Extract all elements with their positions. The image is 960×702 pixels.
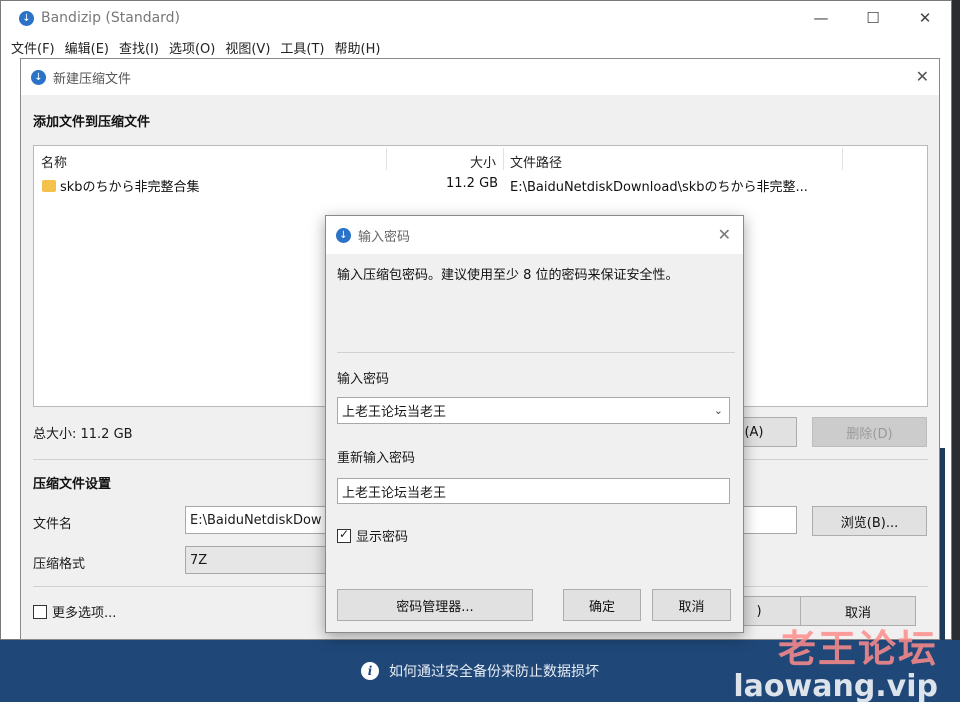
menu-view[interactable]: 视图(V): [225, 38, 270, 57]
close-icon[interactable]: ✕: [718, 225, 731, 244]
new-archive-title-bar: ↓ 新建压缩文件: [21, 59, 939, 95]
password-input[interactable]: 上老王论坛当老王 ⌄: [337, 397, 730, 424]
show-password-checkbox[interactable]: [337, 527, 351, 543]
new-archive-title: 新建压缩文件: [53, 71, 132, 87]
menu-file[interactable]: 文件(F): [11, 38, 55, 57]
menu-find[interactable]: 查找(I): [119, 38, 159, 57]
password-value: 上老王论坛当老王: [342, 405, 447, 420]
column-divider: [842, 148, 843, 170]
column-header-name[interactable]: 名称: [41, 152, 67, 171]
bandizip-logo-icon: ↓: [31, 69, 46, 85]
password-cancel-button[interactable]: 取消: [652, 589, 731, 621]
row-size: 11.2 GB: [446, 176, 499, 191]
folder-icon: [42, 180, 56, 192]
close-icon[interactable]: ✕: [916, 67, 929, 86]
menu-help[interactable]: 帮助(H): [335, 38, 381, 57]
column-header-size[interactable]: 大小: [470, 152, 496, 171]
browse-button[interactable]: 浏览(B)...: [812, 506, 927, 536]
password-label: 输入密码: [337, 372, 390, 387]
watermark: 老王论坛 laowang.vip: [733, 618, 938, 702]
row-path: E:\BaiduNetdiskDownload\skbのちから非完整...: [510, 180, 808, 195]
bandizip-logo-icon: ↓: [19, 10, 34, 26]
password-dialog: ↓ 输入密码 ✕ 输入压缩包密码。建议使用至少 8 位的密码来保证安全性。 输入…: [325, 215, 744, 633]
section-divider: [337, 352, 735, 353]
password-description: 输入压缩包密码。建议使用至少 8 位的密码来保证安全性。: [337, 268, 679, 283]
bandizip-logo-icon: ↓: [336, 227, 351, 243]
watermark-line1: 老王论坛: [777, 627, 938, 671]
menu-tools[interactable]: 工具(T): [280, 38, 324, 57]
info-icon: i: [361, 662, 379, 680]
info-bar-text[interactable]: 如何通过安全备份来防止数据损坏: [389, 661, 599, 681]
password-dialog-title-bar: ↓ 输入密码: [326, 216, 743, 254]
row-name: skbのちから非完整合集: [60, 180, 200, 195]
more-options-label[interactable]: 更多选项...: [52, 606, 116, 621]
delete-button[interactable]: 删除(D): [812, 417, 927, 447]
menu-options[interactable]: 选项(O): [169, 38, 215, 57]
filename-label: 文件名: [33, 517, 73, 532]
confirm-password-input[interactable]: 上老王论坛当老王: [337, 478, 730, 504]
minimize-icon[interactable]: —: [795, 1, 847, 35]
add-files-heading: 添加文件到压缩文件: [33, 115, 151, 130]
confirm-password-label: 重新输入密码: [337, 451, 416, 466]
column-divider: [503, 148, 504, 170]
title-bar: ↓ Bandizip (Standard) — ☐ ✕: [1, 1, 951, 35]
maximize-icon[interactable]: ☐: [847, 1, 899, 35]
window-title: Bandizip (Standard): [41, 10, 181, 26]
watermark-line2: laowang.vip: [733, 669, 938, 702]
password-dialog-title: 输入密码: [358, 229, 411, 245]
column-divider: [386, 148, 387, 170]
ok-button[interactable]: 确定: [563, 589, 641, 621]
more-options-checkbox[interactable]: [33, 605, 47, 619]
chevron-down-icon[interactable]: ⌄: [714, 404, 723, 417]
close-icon[interactable]: ✕: [899, 1, 951, 35]
password-manager-button[interactable]: 密码管理器...: [337, 589, 533, 621]
menu-bar: 文件(F) 编辑(E) 查找(I) 选项(O) 视图(V) 工具(T) 帮助(H…: [1, 35, 951, 59]
column-header-path[interactable]: 文件路径: [510, 152, 562, 171]
total-size: 总大小: 11.2 GB: [33, 427, 133, 442]
settings-heading: 压缩文件设置: [33, 477, 112, 492]
menu-edit[interactable]: 编辑(E): [65, 38, 109, 57]
format-label: 压缩格式: [33, 557, 86, 572]
show-password-label[interactable]: 显示密码: [356, 530, 408, 545]
